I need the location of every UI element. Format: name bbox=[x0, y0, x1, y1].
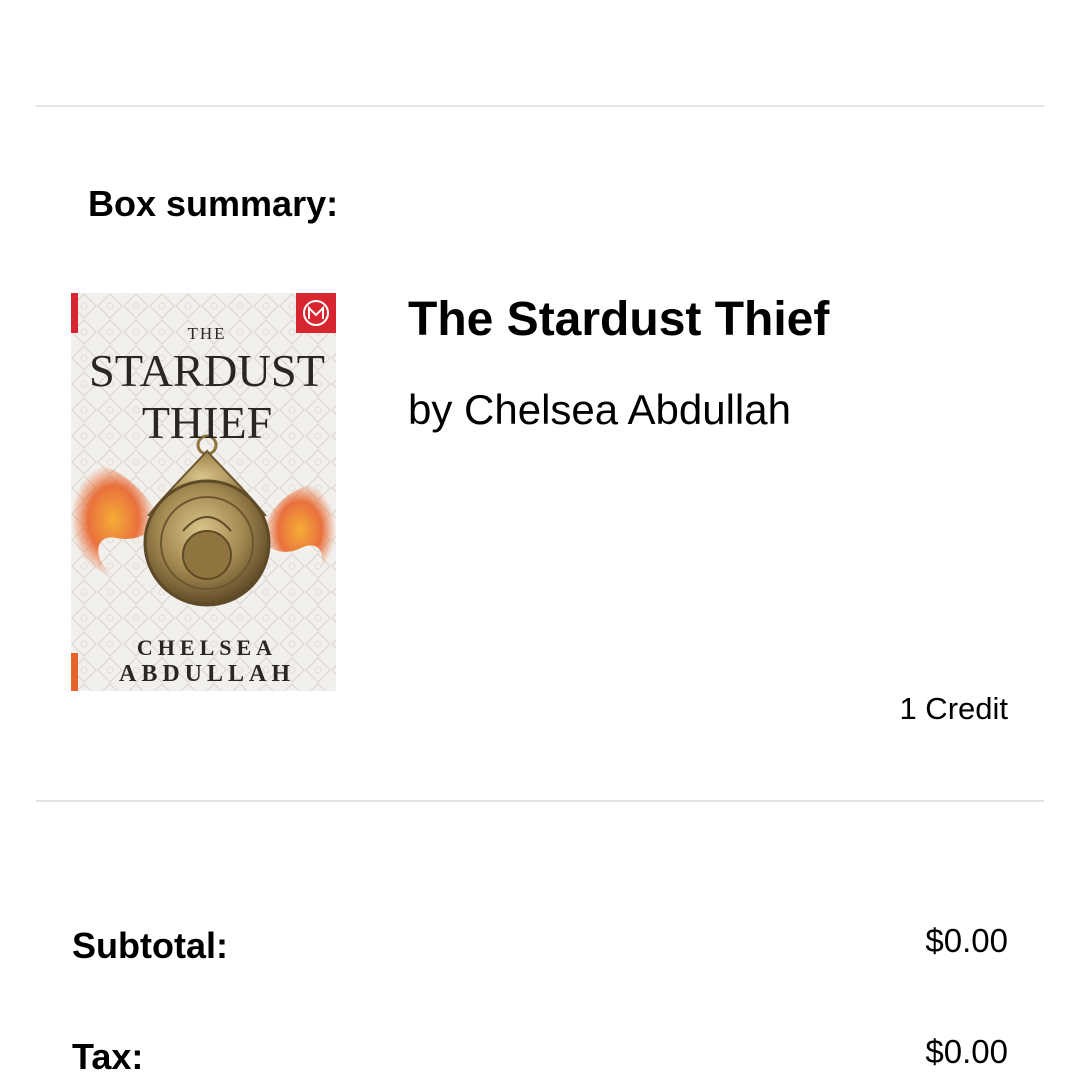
book-title[interactable]: The Stardust Thief bbox=[408, 292, 829, 348]
tax-value: $0.00 bbox=[925, 1033, 1008, 1070]
tax-label: Tax: bbox=[72, 1036, 144, 1077]
cover-title-line1: STARDUST bbox=[89, 345, 325, 396]
subtotal-label: Subtotal: bbox=[72, 925, 228, 966]
cover-title-small: THE bbox=[187, 324, 226, 343]
botm-badge-icon bbox=[296, 293, 336, 333]
box-summary-heading: Box summary: bbox=[88, 183, 339, 224]
cover-title-line2: THIEF bbox=[142, 397, 272, 448]
cover-author-last: ABDULLAH bbox=[119, 661, 295, 687]
subtotal-value: $0.00 bbox=[925, 922, 1008, 959]
book-cover-image: THE STARDUST THIEF CHELSEA ABDULLAH bbox=[71, 293, 336, 691]
cover-author-first: CHELSEA bbox=[137, 635, 277, 660]
top-divider bbox=[36, 105, 1044, 107]
item-price: 1 Credit bbox=[899, 691, 1008, 726]
book-author: by Chelsea Abdullah bbox=[408, 386, 791, 433]
middle-divider bbox=[36, 800, 1044, 802]
